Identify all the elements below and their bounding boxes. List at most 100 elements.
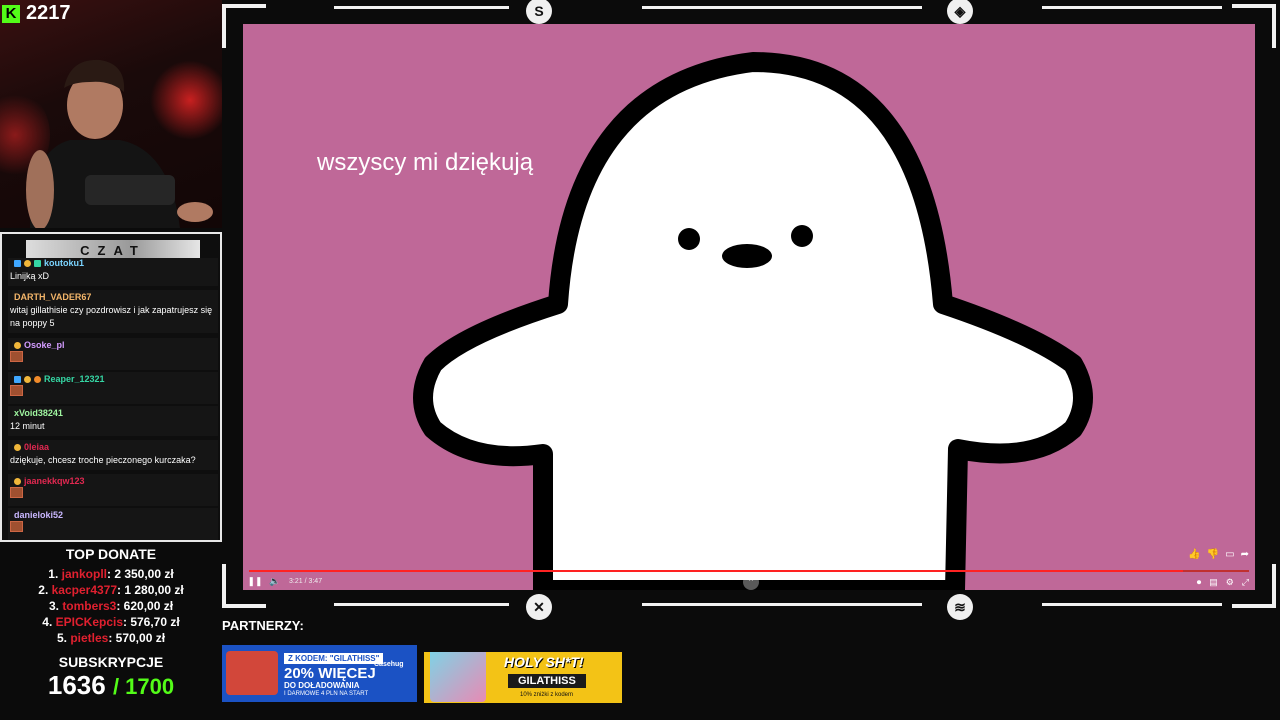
viewer-count: K 2217 [2,2,71,25]
banner-small: I DARMOWE 4 PLN NA START [284,691,369,697]
casehug-logo: Casehug [374,661,404,668]
video-actions: 👍 👎 ▭ ➦ [1188,549,1249,560]
emote-icon [10,487,23,498]
like-icon[interactable]: 👍 [1188,549,1200,560]
chat-message: Reaper_12321 [8,372,218,404]
badge-icon [14,341,21,349]
video-progress-bar[interactable] [249,570,1249,572]
emote-icon [10,385,23,396]
sponsor-logo-icon: ≋ [947,594,973,620]
donation-rank: 4. [42,615,53,629]
banner-subline: DO DOŁADOWANIA [284,681,360,690]
subs-count: 1636 [47,670,106,700]
badge-icon [34,375,41,383]
chat-text: 12 minut [10,421,45,431]
chat-message: xVoid38241 12 minut [8,406,218,436]
video-controls: ❚❚ 🔈 3:21 / 3:47 [247,574,323,588]
volume-icon[interactable]: 🔈 [269,575,281,587]
emote-icon [10,521,23,532]
donation-amount: : 1 280,00 zł [117,583,184,597]
badge-icon [24,375,31,383]
autoplay-toggle-icon[interactable]: ⏺ [1197,577,1202,588]
frame-bar [334,603,509,606]
chat-message: DARTH_VADER67 witaj gillathisie czy pozd… [8,290,218,333]
webcam-feed [0,0,222,228]
chat-message: Osoke_pl [8,338,218,370]
badge-icon [14,375,21,383]
banner-small: 10% zniżki z kodem [520,692,574,698]
badge-icon [14,443,21,451]
settings-icon[interactable]: ⚙ [1226,577,1234,588]
sponsor-logo-icon: ◈ [947,0,973,24]
fullscreen-icon[interactable]: ⤢ [1242,577,1249,588]
comment-icon[interactable]: ▭ [1225,549,1234,560]
chat-text: witaj gillathisie czy pozdrowisz i jak z… [10,305,213,328]
subscriptions-counter: 1636 / 1700 [0,670,222,701]
chat-text: dziękuje, chcesz troche pieczonego kurcz… [10,455,196,465]
chat-message: koutoku1 Linijką xD [8,258,218,286]
video-time: 3:21 / 3:47 [289,577,323,585]
donation-entry: 5. pietles: 570,00 zł [0,630,222,646]
video-caption: wszyscy mi dziękują [317,149,534,176]
chat-username[interactable]: koutoku1 [44,258,84,268]
casehug-banner[interactable]: Z KODEM: "GILATHISS" 20% WIĘCEJ DO DOŁAD… [222,645,417,702]
ghost-character [413,52,1093,590]
sponsor-logo-icon: ✕ [526,594,552,620]
chat-username[interactable]: Reaper_12321 [44,374,105,384]
viewer-count-value: 2217 [26,2,71,24]
donation-entry: 1. jankopll: 2 350,00 zł [0,566,222,582]
subscriptions-title: SUBSKRYPCJE [58,654,164,670]
video-progress-fill [249,570,1183,572]
donation-amount: : 570,00 zł [108,631,166,645]
donor-name: pietles [70,631,109,645]
holy-banner[interactable]: HOLY SH*T! GILATHISS 10% zniżki z kodem [424,652,622,703]
chat-message: 0leiaa dziękuje, chcesz troche pieczoneg… [8,440,218,470]
donation-rank: 3. [48,599,59,613]
frame-bar [1042,6,1222,9]
chat-username[interactable]: Osoke_pl [24,340,65,350]
chat-username[interactable]: xVoid38241 [14,408,63,418]
frame-bar [642,6,922,9]
subs-goal: / 1700 [112,674,175,699]
partners-label: PARTNERZY: [222,618,304,633]
chat-username[interactable]: 0leiaa [24,442,49,452]
donation-rank: 1. [48,567,59,581]
banner-headline: 20% WIĘCEJ [284,665,376,682]
kick-logo-icon: K [2,4,20,23]
donation-entry: 3. tombers3: 620,00 zł [0,598,222,614]
donation-panel: TOP DONATE 1. jankopll: 2 350,00 zł 2. k… [0,544,222,701]
donor-name: tombers3 [62,599,117,613]
share-icon[interactable]: ➦ [1241,549,1249,560]
chat-username[interactable]: danieloki52 [14,510,63,520]
banner-code: GILATHISS [508,674,586,688]
donor-name: kacper4377 [51,583,118,597]
donation-amount: : 2 350,00 zł [106,567,174,581]
chat-username[interactable]: jaanekkqw123 [24,476,85,486]
donation-entry: 4. EPICKepcis: 576,70 zł [0,614,222,630]
dislike-icon[interactable]: 👎 [1207,549,1219,560]
badge-icon [14,259,21,267]
donation-amount: : 576,70 zł [123,615,180,629]
chat-message: jaanekkqw123 [8,474,218,506]
pause-icon[interactable]: ❚❚ [247,575,262,587]
chat-panel[interactable]: CZAT koutoku1 Linijką xD DARTH_VADER67 w… [0,232,222,542]
chevron-up-icon[interactable]: ⌃ [743,574,759,590]
badge-icon [14,477,21,485]
badge-icon [24,259,31,267]
chat-text: Linijką xD [10,271,50,281]
streamer-silhouette [26,59,213,228]
donor-name: jankopll [61,567,107,581]
sponsor-logo-icon: S [526,0,552,24]
badge-icon [34,259,41,267]
frame-bar [642,603,922,606]
donation-rank: 5. [56,631,67,645]
donation-amount: : 620,00 zł [116,599,174,613]
banner-headline: HOLY SH*T! [504,654,584,670]
video-player[interactable]: wszyscy mi dziękują 👍 👎 ▭ ➦ ❚❚ 🔈 3:21 / 3:4… [243,24,1255,590]
product-pack-icon [430,652,486,702]
chat-message: danieloki52 [8,508,218,540]
player-settings: ⏺ ▤ ⚙ ⤢ [1197,577,1249,588]
chat-username[interactable]: DARTH_VADER67 [14,292,91,302]
frame-bar [1042,603,1222,606]
subtitles-icon[interactable]: ▤ [1209,577,1218,588]
